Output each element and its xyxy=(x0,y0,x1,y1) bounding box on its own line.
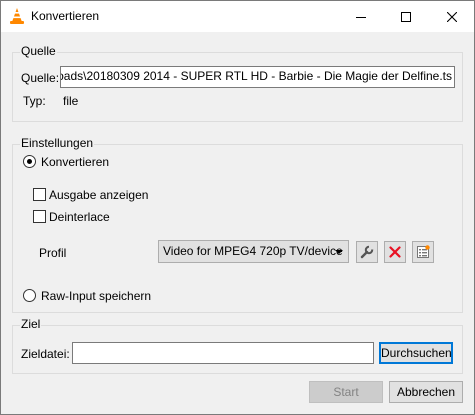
close-button[interactable] xyxy=(429,1,474,32)
new-profile-button[interactable] xyxy=(412,241,434,263)
minimize-button[interactable] xyxy=(338,1,383,32)
convert-dialog: Konvertieren Quelle Quelle: D:\Downloads… xyxy=(0,0,475,415)
convert-radio-label[interactable]: Konvertieren xyxy=(41,155,109,169)
settings-group: Einstellungen xyxy=(12,136,463,313)
deinterlace-checkbox[interactable] xyxy=(33,210,46,223)
new-profile-list-icon xyxy=(417,245,430,258)
profile-select-value: Video for MPEG4 720p TV/device xyxy=(163,244,343,258)
start-button[interactable]: Start xyxy=(309,381,383,403)
raw-input-radio[interactable] xyxy=(23,289,36,302)
convert-radio[interactable] xyxy=(23,155,36,168)
edit-profile-button[interactable] xyxy=(356,241,378,263)
minimize-icon xyxy=(355,16,366,18)
maximize-icon xyxy=(400,11,411,22)
show-output-label[interactable]: Ausgabe anzeigen xyxy=(49,188,148,202)
wrench-icon xyxy=(360,245,374,259)
vlc-cone-icon xyxy=(10,8,24,24)
profile-label: Profil xyxy=(39,246,67,260)
close-icon xyxy=(446,11,457,22)
browse-button[interactable]: Durchsuchen xyxy=(379,342,453,364)
delete-x-icon xyxy=(389,246,401,258)
source-path-field[interactable]: D:\Downloads\20180309 2014 - SUPER RTL H… xyxy=(60,66,455,88)
window-title: Konvertieren xyxy=(31,9,100,23)
type-label: Typ: xyxy=(23,94,46,108)
raw-input-radio-label[interactable]: Raw-Input speichern xyxy=(41,289,151,303)
destination-file-label: Zieldatei: xyxy=(21,347,70,361)
source-path-value: D:\Downloads\20180309 2014 - SUPER RTL H… xyxy=(61,69,452,83)
maximize-button[interactable] xyxy=(383,1,428,32)
chevron-down-icon xyxy=(335,250,343,254)
title-bar: Konvertieren xyxy=(1,1,474,32)
destination-file-input[interactable] xyxy=(72,342,374,364)
show-output-checkbox[interactable] xyxy=(33,188,46,201)
type-value: file xyxy=(63,94,79,108)
delete-profile-button[interactable] xyxy=(384,241,406,263)
destination-group-title: Ziel xyxy=(20,317,42,331)
profile-select[interactable]: Video for MPEG4 720p TV/device xyxy=(158,240,349,263)
deinterlace-label[interactable]: Deinterlace xyxy=(49,210,110,224)
source-label: Quelle: xyxy=(21,71,60,85)
cancel-button[interactable]: Abbrechen xyxy=(389,381,463,403)
settings-group-title: Einstellungen xyxy=(20,136,95,150)
source-group-title: Quelle xyxy=(20,44,57,58)
